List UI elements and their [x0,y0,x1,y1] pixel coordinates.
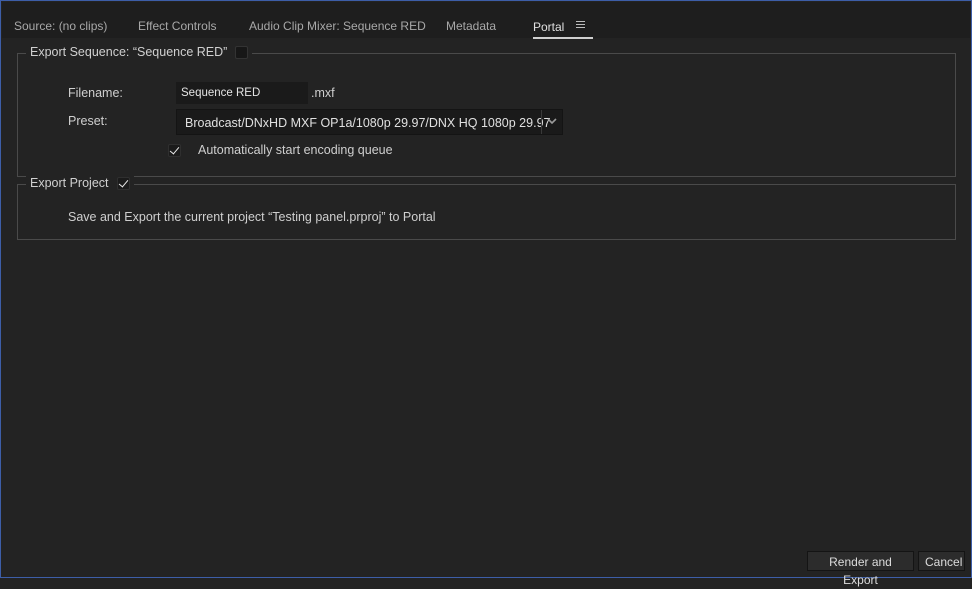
tab-portal[interactable]: Portal [533,19,593,39]
export-project-group: Export Project Save and Export the curre… [17,176,956,240]
chevron-down-icon [547,118,557,125]
render-and-export-button[interactable]: Render and Export [807,551,914,587]
panel-tab-bar: Source: (no clips) Effect Controls Audio… [2,2,970,39]
tab-effect-controls[interactable]: Effect Controls [138,19,216,33]
export-sequence-legend: Export Sequence: “Sequence RED” [26,45,253,59]
hamburger-menu-icon[interactable] [575,19,585,30]
preset-label: Preset: [68,114,108,128]
filename-extension: .mxf [311,86,335,100]
filename-input[interactable] [176,82,308,104]
dropdown-toggle[interactable] [541,110,562,134]
preset-dropdown[interactable]: Broadcast/DNxHD MXF OP1a/1080p 29.97/DNX… [176,109,563,135]
export-project-legend: Export Project [26,176,134,190]
tab-label: Metadata [446,19,497,33]
tab-label: Effect Controls [138,19,217,33]
export-sequence-title: Export Sequence: “Sequence RED” [30,45,228,59]
tab-label: Audio Clip Mixer: Sequence RED [249,19,426,33]
export-project-checkbox[interactable] [116,176,130,190]
export-project-title: Export Project [30,176,109,190]
tab-label: Source: (no clips) [14,19,108,33]
auto-encode-label: Automatically start encoding queue [198,143,393,157]
portal-panel: Source: (no clips) Effect Controls Audio… [0,0,972,587]
tab-label: Portal [533,20,565,34]
active-tab-indicator [533,37,593,39]
tab-metadata[interactable]: Metadata [446,19,496,33]
export-sequence-group: Export Sequence: “Sequence RED” Filename… [17,45,956,177]
tab-source[interactable]: Source: (no clips) [14,19,107,33]
tab-audio-clip-mixer[interactable]: Audio Clip Mixer: Sequence RED [249,19,426,33]
auto-encode-checkbox[interactable] [168,144,181,157]
export-project-description: Save and Export the current project “Tes… [68,210,436,224]
preset-selected-value: Broadcast/DNxHD MXF OP1a/1080p 29.97/DNX… [185,116,551,130]
cancel-button[interactable]: Cancel [918,551,965,571]
export-sequence-checkbox[interactable] [235,45,249,59]
filename-label: Filename: [68,86,123,100]
